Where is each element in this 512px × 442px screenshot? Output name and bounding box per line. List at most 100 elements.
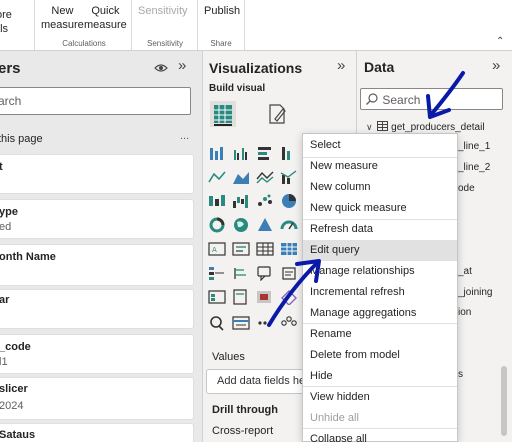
ribbon-partial-button-bottom[interactable]: als — [0, 22, 8, 36]
format-visual-icon[interactable] — [264, 101, 290, 127]
more-visuals-icon[interactable] — [256, 315, 274, 331]
table-visual-icon[interactable] — [256, 241, 274, 257]
filled-map-icon[interactable] — [256, 217, 274, 233]
menu-item-refresh-data[interactable]: Refresh data — [303, 219, 457, 240]
context-menu: Select New measure New column New quick … — [302, 133, 458, 442]
menu-item-rename[interactable]: Rename — [303, 324, 457, 345]
waterfall-chart-icon[interactable] — [232, 193, 250, 209]
smart-narrative-icon[interactable] — [280, 265, 298, 281]
line-column-chart-icon[interactable] — [280, 169, 298, 185]
visualizations-title: Visualizations — [209, 60, 303, 76]
field-item[interactable]: ion — [458, 307, 471, 318]
filter-search-input[interactable]: arch — [0, 87, 191, 115]
python-visual-icon[interactable] — [208, 315, 226, 331]
filter-card-title: onth Name — [0, 251, 56, 263]
menu-item-hide[interactable]: Hide — [303, 366, 457, 387]
stacked-area-chart-icon[interactable] — [256, 169, 274, 185]
filter-card-value: 2024 — [0, 400, 24, 412]
table-name: get_producers_detail — [391, 122, 485, 133]
menu-item-new-quick-measure[interactable]: New quick measure — [303, 198, 457, 219]
data-title: Data — [364, 59, 395, 75]
paginated-report-icon[interactable] — [232, 289, 250, 305]
build-visual-label: Build visual — [209, 83, 266, 94]
menu-item-manage-relationships[interactable]: Manage relationships — [303, 261, 457, 282]
kpi-icon[interactable] — [232, 241, 250, 257]
field-item[interactable]: ode — [458, 183, 475, 194]
card-icon[interactable]: A — [208, 241, 226, 257]
collapse-chevron-icon[interactable]: » — [492, 57, 500, 74]
menu-item-unhide-all[interactable]: Unhide all — [303, 408, 457, 429]
publish-button[interactable]: Publish — [204, 4, 240, 18]
menu-item-select[interactable]: Select — [303, 135, 457, 156]
r-visual-icon[interactable] — [232, 315, 250, 331]
power-apps-icon[interactable] — [256, 289, 274, 305]
column-chart-icon[interactable] — [280, 145, 298, 161]
ribbon-divider — [197, 0, 198, 50]
eye-icon[interactable] — [154, 61, 168, 76]
menu-item-collapse-all[interactable]: Collapse all — [303, 429, 457, 442]
filter-card-title: slicer — [0, 383, 28, 395]
key-influencers-icon[interactable] — [232, 265, 250, 281]
matrix-icon[interactable] — [280, 241, 298, 257]
collapse-chevron-icon[interactable]: » — [337, 57, 345, 74]
filters-pane: ers » arch this page ... t ype ed onth N… — [0, 51, 203, 442]
qa-visual-icon[interactable] — [256, 265, 274, 282]
build-visual-icon[interactable] — [210, 101, 236, 127]
table-row[interactable]: ∨ get_producers_detail — [366, 121, 485, 133]
bar-chart-icon[interactable] — [256, 145, 274, 161]
stacked-bar-chart-icon[interactable] — [208, 145, 226, 161]
power-automate-icon[interactable] — [280, 289, 298, 306]
cross-report-label: Cross-report — [212, 425, 274, 437]
gauge-icon[interactable] — [280, 217, 298, 233]
data-search-input[interactable]: Search — [360, 88, 503, 110]
line-chart-icon[interactable] — [208, 169, 226, 185]
field-item[interactable]: _joining — [458, 287, 492, 298]
filters-more-button[interactable]: ... — [180, 130, 189, 142]
field-item[interactable]: s — [458, 369, 463, 380]
menu-item-new-measure[interactable]: New measure — [303, 156, 457, 177]
menu-item-incremental-refresh[interactable]: Incremental refresh — [303, 282, 457, 303]
field-item[interactable]: _line_2 — [458, 162, 490, 173]
scatter-chart-icon[interactable] — [256, 193, 274, 209]
area-chart-icon[interactable] — [232, 169, 250, 185]
expand-chevron-icon[interactable]: ∨ — [366, 122, 373, 132]
ribbon-collapse-icon[interactable]: ⌃ — [496, 36, 504, 47]
menu-item-delete-from-model[interactable]: Delete from model — [303, 345, 457, 366]
filter-card-value: l1 — [0, 356, 8, 368]
filter-card-title: ype — [0, 206, 18, 218]
ribbon-chart-icon[interactable] — [208, 193, 226, 209]
slicer-icon[interactable] — [208, 289, 226, 305]
menu-item-new-column[interactable]: New column — [303, 177, 457, 198]
field-item[interactable]: _line_1 — [458, 141, 490, 152]
filter-card[interactable]: Sataus — [0, 423, 194, 442]
filter-card[interactable]: slicer 2024 — [0, 377, 194, 420]
ribbon-partial-button-top[interactable]: ore — [0, 8, 12, 22]
map-icon[interactable] — [232, 217, 250, 233]
filter-card-title: _code — [0, 341, 31, 353]
menu-item-edit-query[interactable]: Edit query — [303, 240, 457, 261]
menu-item-manage-aggregations[interactable]: Manage aggregations — [303, 303, 457, 324]
field-item[interactable]: _at — [458, 266, 472, 277]
group-label-share: Share — [210, 39, 232, 48]
filter-card[interactable]: ype ed — [0, 199, 194, 239]
quick-measure-button[interactable]: Quick measure — [84, 4, 127, 32]
filter-card[interactable]: onth Name — [0, 244, 194, 286]
custom-visual-icon[interactable] — [280, 315, 298, 331]
new-measure-button[interactable]: New measure — [41, 4, 84, 32]
donut-chart-icon[interactable] — [208, 217, 226, 233]
pie-chart-icon[interactable] — [280, 193, 298, 209]
data-scrollbar[interactable] — [501, 366, 507, 436]
filter-card-title: ar — [0, 294, 10, 306]
table-icon — [377, 121, 389, 131]
filter-card[interactable]: _code l1 — [0, 334, 194, 374]
clustered-column-chart-icon[interactable] — [232, 145, 250, 161]
menu-item-view-hidden[interactable]: View hidden — [303, 387, 457, 408]
filter-card-title: t — [0, 161, 3, 173]
drill-through-heading: Drill through — [212, 404, 278, 416]
sensitivity-button[interactable]: Sensitivity — [138, 4, 188, 18]
search-icon — [365, 92, 379, 106]
filter-card[interactable]: ar — [0, 289, 194, 329]
filter-card[interactable]: t — [0, 154, 194, 194]
collapse-chevron-icon[interactable]: » — [178, 57, 186, 74]
decomposition-tree-icon[interactable] — [208, 265, 226, 281]
